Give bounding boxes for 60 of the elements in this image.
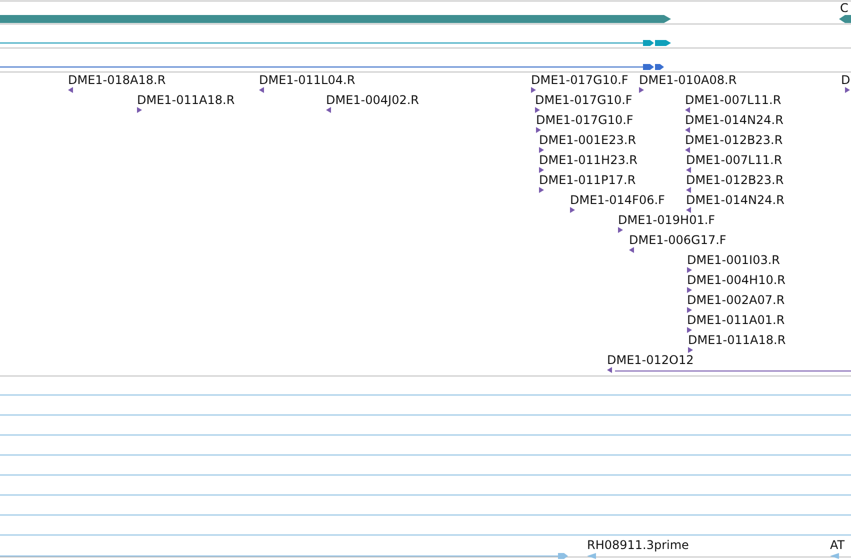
- strand-arrow-icon[interactable]: [686, 167, 691, 173]
- feature-label: DME1-011A01.R: [687, 313, 785, 327]
- feature-label: DME1-007L11.R: [685, 93, 782, 107]
- strand-arrow-icon[interactable]: [259, 87, 264, 93]
- feature-label: DME1-010A08.R: [639, 73, 737, 87]
- gene-label: C: [840, 1, 848, 15]
- feature-label: DME1-004H10.R: [687, 273, 786, 287]
- strand-arrow-icon[interactable]: [570, 207, 575, 213]
- strand-arrow-icon[interactable]: [326, 107, 331, 113]
- feature-label: DME1-018A18.R: [68, 73, 166, 87]
- strand-arrow-icon[interactable]: [685, 107, 690, 113]
- strand-arrow-icon[interactable]: [687, 307, 692, 313]
- strand-arrow-icon[interactable]: [686, 187, 691, 193]
- feature-label: DME1-011P17.R: [539, 173, 636, 187]
- strand-arrow-icon[interactable]: [539, 167, 544, 173]
- feature-label: DME1-011H23.R: [539, 153, 638, 167]
- feature-label: DME1-004J02.R: [326, 93, 420, 107]
- strand-arrow-icon[interactable]: [685, 127, 690, 133]
- gene-feature[interactable]: [839, 15, 851, 23]
- feature-label: DME1-014N24.R: [686, 193, 784, 207]
- feature-label: DME1-011L04.R: [259, 73, 356, 87]
- strand-arrow-icon[interactable]: [539, 147, 544, 153]
- strand-arrow-icon[interactable]: [536, 127, 541, 133]
- feature-label: DME1-019H01.F: [618, 213, 716, 227]
- strand-arrow-icon[interactable]: [688, 347, 693, 353]
- feature-label: DME1-006G17.F: [629, 233, 726, 247]
- feature-label: DME1-017G10.F: [535, 93, 632, 107]
- strand-arrow-icon[interactable]: [137, 107, 142, 113]
- feature-label: DME1-017G10.F: [531, 73, 628, 87]
- feature-label: DME1-001I03.R: [687, 253, 780, 267]
- strand-arrow-icon[interactable]: [607, 367, 612, 373]
- strand-arrow-icon[interactable]: [639, 87, 644, 93]
- feature-label: DME1-011A18.R: [688, 333, 786, 347]
- strand-arrow-icon[interactable]: [687, 327, 692, 333]
- feature-label: DME1-001E23.R: [539, 133, 636, 147]
- feature-label: DME1-012B23.R: [685, 133, 783, 147]
- feature-label: DME1-012O12: [607, 353, 694, 367]
- feature-label: DME1-012B23.R: [686, 173, 784, 187]
- feature-label: DME1-002A07.R: [687, 293, 785, 307]
- strand-arrow-icon[interactable]: [687, 267, 692, 273]
- strand-arrow-icon[interactable]: [531, 87, 536, 93]
- transcript-feature[interactable]: [0, 64, 664, 70]
- strand-arrow-icon[interactable]: [845, 87, 850, 93]
- feature-label: DME1-017G10.F: [536, 113, 634, 127]
- strand-arrow-icon[interactable]: [685, 147, 690, 153]
- feature-label: DME1-014F06.F: [570, 193, 665, 207]
- strand-arrow-icon[interactable]: [618, 227, 623, 233]
- feature-label: DME1-007L11.R: [686, 153, 782, 167]
- feature-label: DME1-014N24.R: [685, 113, 784, 127]
- strand-arrow-icon[interactable]: [539, 187, 544, 193]
- strand-arrow-icon[interactable]: [535, 107, 540, 113]
- strand-arrow-icon[interactable]: [68, 87, 73, 93]
- strand-arrow-icon[interactable]: [629, 247, 634, 253]
- strand-arrow-icon[interactable]: [686, 207, 691, 213]
- feature-label: AT: [830, 538, 845, 552]
- feature-label: D: [841, 73, 850, 87]
- transcript-feature[interactable]: [0, 40, 671, 46]
- feature-label: RH08911.3prime: [587, 538, 689, 552]
- strand-arrow-icon[interactable]: [687, 287, 692, 293]
- feature-label: DME1-011A18.R: [137, 93, 235, 107]
